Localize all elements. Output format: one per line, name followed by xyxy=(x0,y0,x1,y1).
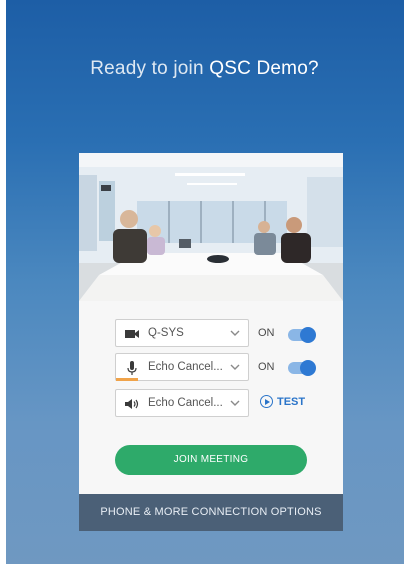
conference-room-photo xyxy=(79,153,343,301)
speaker-select[interactable]: Echo Cancel... xyxy=(115,389,249,417)
chevron-down-icon xyxy=(230,364,240,370)
join-meeting-button[interactable]: JOIN MEETING xyxy=(115,445,307,475)
speaker-icon xyxy=(125,399,139,409)
toggle-knob xyxy=(300,327,316,343)
chevron-down-icon xyxy=(230,400,240,406)
page-title: Ready to join QSC Demo? xyxy=(0,58,409,80)
camera-select[interactable]: Q-SYS xyxy=(115,319,249,347)
toggle-knob xyxy=(300,360,316,376)
speaker-select-label: Echo Cancel... xyxy=(148,397,223,409)
play-circle-icon xyxy=(260,395,273,408)
camera-select-label: Q-SYS xyxy=(148,327,184,339)
microphone-toggle[interactable] xyxy=(288,360,316,376)
meeting-name: QSC Demo? xyxy=(209,58,319,79)
mic-level-indicator xyxy=(116,378,138,381)
test-label: TEST xyxy=(277,395,306,408)
title-prefix: Ready to join xyxy=(90,58,204,79)
microphone-icon xyxy=(127,361,137,375)
test-speaker-button[interactable]: TEST xyxy=(260,395,305,408)
microphone-status-label: ON xyxy=(258,361,275,373)
video-camera-icon xyxy=(125,330,139,338)
join-card: Q-SYS ON Echo Cancel... ON Echo Cancel..… xyxy=(79,153,343,531)
more-connection-options-button[interactable]: PHONE & MORE CONNECTION OPTIONS xyxy=(79,494,343,531)
camera-toggle[interactable] xyxy=(288,327,316,343)
microphone-select[interactable]: Echo Cancel... xyxy=(115,353,249,381)
microphone-select-label: Echo Cancel... xyxy=(148,361,223,373)
camera-status-label: ON xyxy=(258,327,275,339)
chevron-down-icon xyxy=(230,330,240,336)
